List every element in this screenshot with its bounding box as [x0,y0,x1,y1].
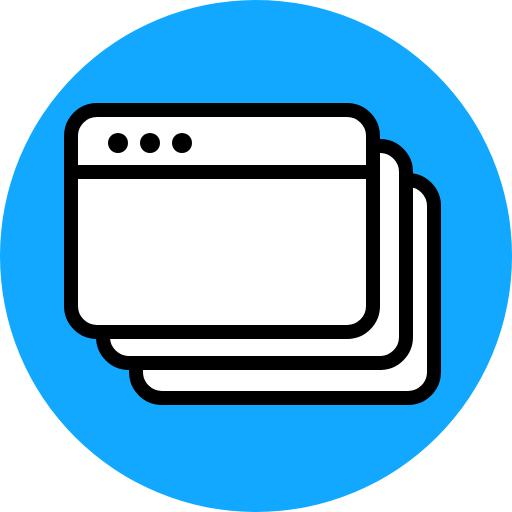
title-bar-dot-2 [140,133,160,153]
stacked-windows-icon [0,0,512,512]
title-bar-dot-3 [172,133,192,153]
stacked-windows-graphic [0,0,512,512]
title-bar-dot-1 [108,133,128,153]
title-bar-dots [108,133,192,153]
